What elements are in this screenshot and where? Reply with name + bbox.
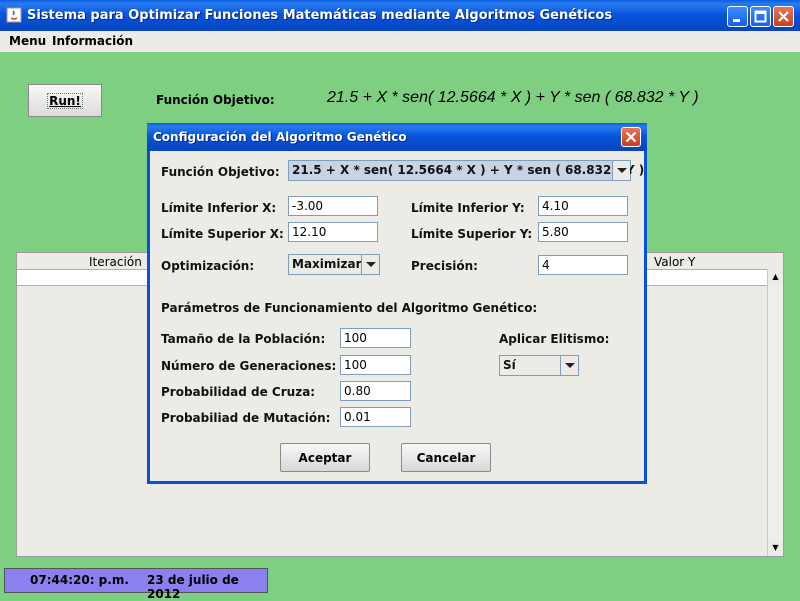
menu-bar: Menu Información — [0, 31, 800, 52]
upper-x-field[interactable] — [288, 222, 378, 242]
params-heading: Parámetros de Funcionamiento del Algorit… — [161, 301, 538, 315]
lower-x-field[interactable] — [288, 196, 378, 216]
menu-item-informacion[interactable]: Información — [52, 34, 133, 48]
objective-label: Función Objetivo: — [156, 93, 275, 107]
column-value-y[interactable]: Valor Y — [654, 255, 695, 269]
dialog-close-button[interactable] — [621, 127, 641, 147]
minimize-button[interactable] — [727, 6, 748, 27]
lower-y-label: Límite Inferior Y: — [411, 201, 525, 215]
dialog-title-bar[interactable]: Configuración del Algoritmo Genético — [147, 123, 647, 151]
config-dialog: Configuración del Algoritmo Genético Fun… — [147, 123, 647, 484]
status-time: 07:44:20: p.m. — [30, 573, 129, 587]
generations-field[interactable] — [340, 355, 411, 375]
lower-y-field[interactable] — [538, 196, 628, 216]
mutation-field[interactable] — [340, 407, 411, 427]
crossover-label: Probabilidad de Cruza: — [161, 385, 316, 399]
chevron-down-icon[interactable] — [560, 356, 578, 375]
main-window: Sistema para Optimizar Funciones Matemát… — [0, 0, 800, 601]
optimization-combo-value: Maximizar — [292, 257, 362, 271]
accept-button[interactable]: Aceptar — [280, 443, 370, 472]
scroll-up-icon[interactable]: ▲ — [768, 269, 783, 285]
elitism-combo[interactable]: Sí — [499, 355, 579, 376]
column-iteration[interactable]: Iteración — [89, 255, 142, 269]
title-bar[interactable]: Sistema para Optimizar Funciones Matemát… — [0, 0, 800, 31]
vertical-scrollbar[interactable]: ▲ ▼ — [767, 269, 783, 556]
objective-formula: 21.5 + X * sen( 12.5664 * X ) + Y * sen … — [327, 89, 699, 106]
cancel-button[interactable]: Cancelar — [401, 443, 491, 472]
status-date: 23 de julio de 2012 — [147, 573, 239, 601]
dialog-objective-label: Función Objetivo: — [161, 165, 280, 179]
maximize-icon — [754, 10, 767, 23]
upper-y-field[interactable] — [538, 222, 628, 242]
java-app-icon — [6, 7, 22, 23]
dialog-body: Función Objetivo: 21.5 + X * sen( 12.566… — [150, 151, 644, 481]
generations-label: Número de Generaciones: — [161, 359, 337, 373]
close-icon — [625, 131, 637, 143]
close-icon — [778, 11, 789, 22]
status-bar: 07:44:20: p.m. 23 de julio de 2012 — [4, 568, 268, 601]
run-button[interactable]: Run! — [28, 84, 102, 117]
crossover-field[interactable] — [340, 381, 411, 401]
mutation-label: Probabiliad de Mutación: — [161, 411, 331, 425]
elitism-label: Aplicar Elitismo: — [499, 332, 610, 346]
chevron-down-icon[interactable] — [361, 255, 379, 274]
lower-x-label: Límite Inferior X: — [161, 201, 277, 215]
dialog-title: Configuración del Algoritmo Genético — [153, 130, 407, 144]
menu-item-menu[interactable]: Menu — [9, 34, 46, 48]
upper-y-label: Límite Superior Y: — [411, 227, 533, 241]
elitism-combo-value: Sí — [503, 358, 516, 372]
run-button-label: Run! — [47, 92, 83, 109]
population-field[interactable] — [340, 328, 411, 348]
window-title: Sistema para Optimizar Funciones Matemát… — [27, 8, 613, 23]
optimization-label: Optimización: — [161, 259, 255, 273]
objective-combo-value: 21.5 + X * sen( 12.5664 * X ) + Y * sen … — [292, 163, 645, 177]
precision-label: Precisión: — [411, 259, 478, 273]
optimization-combo[interactable]: Maximizar — [288, 254, 380, 275]
objective-combo[interactable]: 21.5 + X * sen( 12.5664 * X ) + Y * sen … — [288, 160, 644, 181]
scroll-down-icon[interactable]: ▼ — [768, 540, 783, 556]
maximize-button[interactable] — [750, 6, 771, 27]
upper-x-label: Límite Superior X: — [161, 227, 284, 241]
close-button[interactable] — [773, 6, 794, 27]
chevron-down-icon[interactable] — [612, 161, 630, 180]
precision-field[interactable] — [538, 255, 628, 275]
population-label: Tamaño de la Población: — [161, 332, 326, 346]
minimize-icon — [733, 19, 740, 22]
